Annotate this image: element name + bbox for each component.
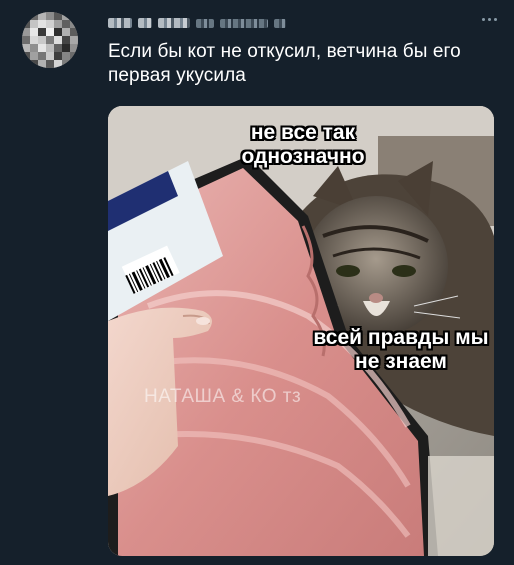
tweet-header	[108, 12, 286, 34]
avatar-pixelated-image	[22, 12, 78, 68]
more-horizontal-icon[interactable]	[478, 10, 500, 28]
tweet-timestamp-blurred[interactable]	[274, 18, 286, 28]
avatar[interactable]	[22, 12, 78, 68]
author-name-blurred[interactable]	[138, 18, 152, 28]
watermark: НАТАША & КО тз	[144, 386, 302, 407]
tweet-text: Если бы кот не откусил, ветчина бы его п…	[108, 41, 461, 86]
author-name-blurred[interactable]	[108, 18, 132, 28]
tweet-card[interactable]: Если бы кот не откусил, ветчина бы его п…	[0, 0, 514, 565]
author-handle-blurred[interactable]	[220, 18, 268, 28]
meme-caption-top: не все так однозначно	[241, 121, 365, 168]
tweet-media-image[interactable]: не все так однозначно всей правды мы не …	[108, 106, 494, 556]
meme-caption-middle: всей правды мы не знаем	[313, 326, 489, 373]
author-handle-blurred[interactable]	[196, 18, 214, 28]
author-name-blurred[interactable]	[158, 18, 190, 28]
